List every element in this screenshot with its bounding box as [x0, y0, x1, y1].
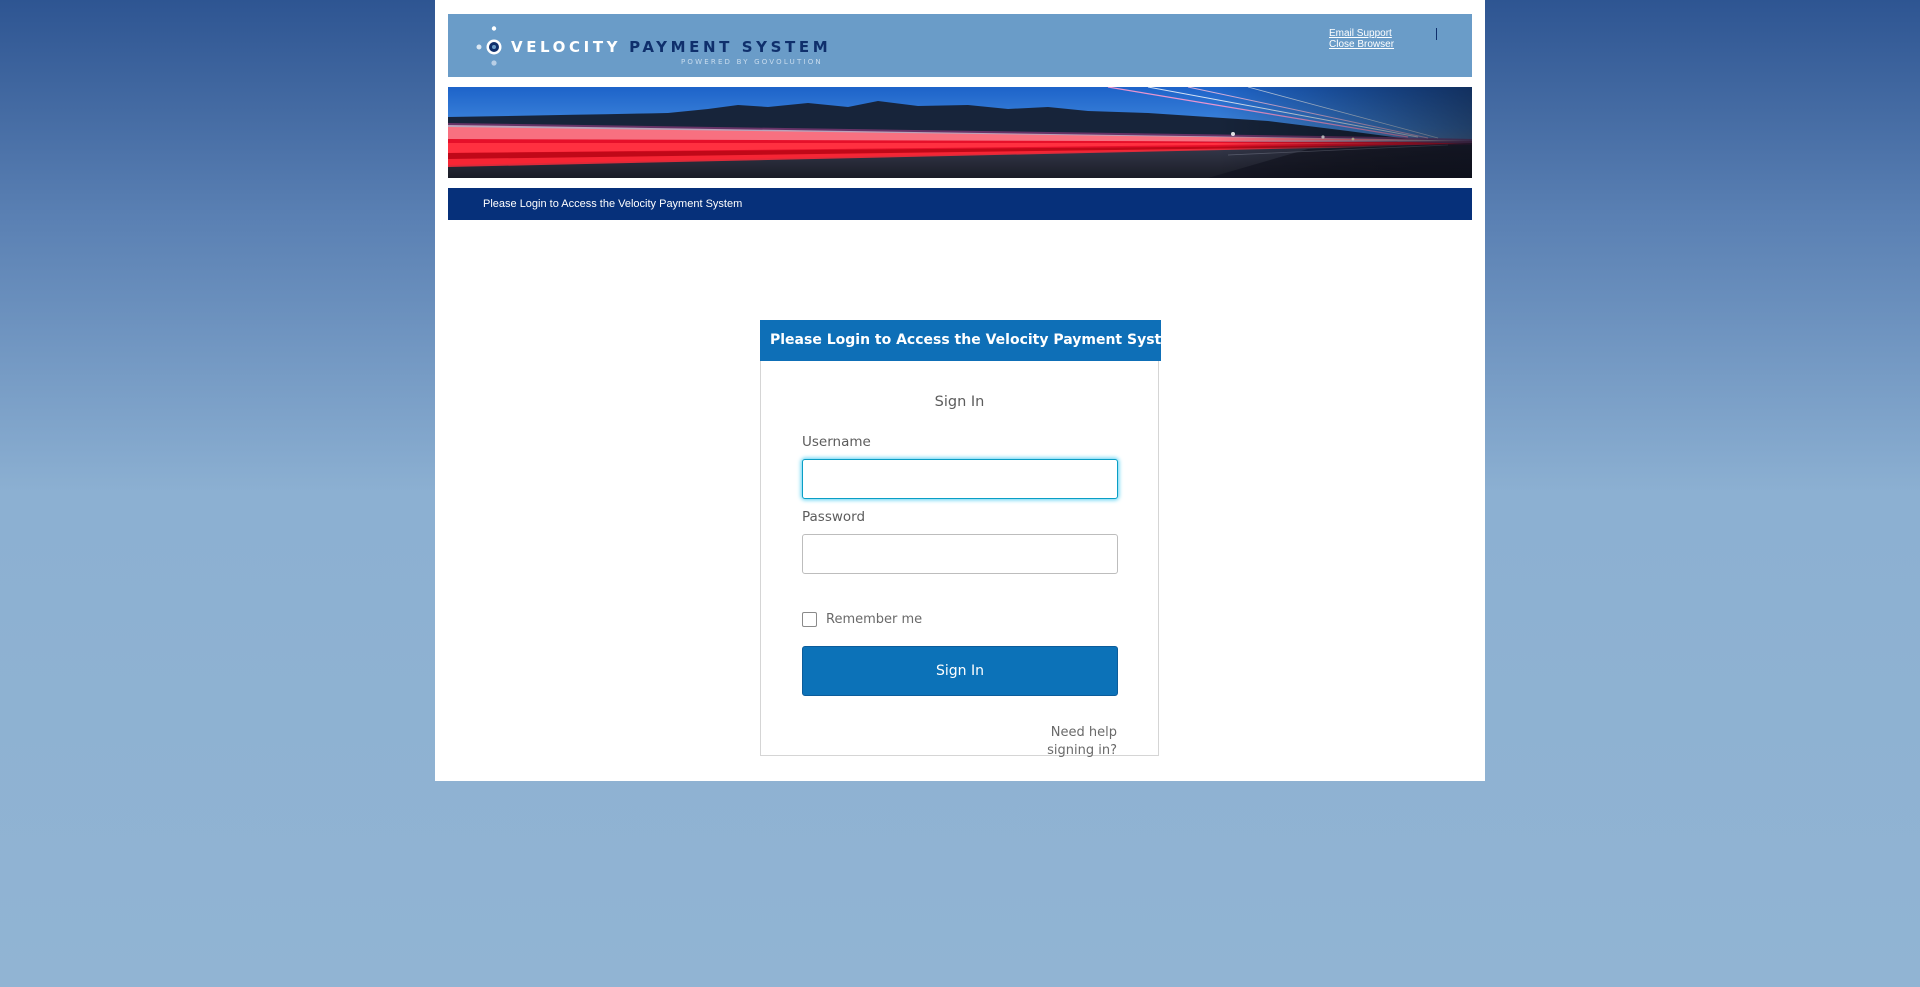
login-panel-header: Please Login to Access the Velocity Paym…	[760, 320, 1185, 361]
velocity-logo: VELOCITY PAYMENT SYSTEM POWERED BY GOVOLU…	[474, 26, 828, 70]
login-panel-title: Please Login to Access the Velocity Paym…	[770, 332, 1186, 348]
page-container: VELOCITY PAYMENT SYSTEM POWERED BY GOVOLU…	[435, 0, 1485, 781]
logo-tagline: POWERED BY GOVOLUTION	[681, 58, 823, 66]
email-support-link[interactable]: Email Support	[1329, 28, 1394, 39]
password-label: Password	[802, 509, 866, 525]
username-label: Username	[802, 434, 871, 450]
logo-word-payment-system: PAYMENT SYSTEM	[629, 38, 832, 56]
need-help-line1[interactable]: Need help	[1037, 724, 1117, 742]
logo-wordmark: VELOCITY PAYMENT SYSTEM	[511, 38, 831, 56]
password-input[interactable]	[802, 534, 1118, 574]
nav-login-message: Please Login to Access the Velocity Paym…	[483, 198, 743, 210]
header-divider	[1436, 28, 1437, 40]
close-browser-link[interactable]: Close Browser	[1329, 39, 1394, 50]
velocity-dots-icon	[476, 26, 502, 66]
nav-bar: Please Login to Access the Velocity Paym…	[448, 188, 1472, 220]
need-help-line2[interactable]: signing in?	[1037, 742, 1117, 760]
header-bar: VELOCITY PAYMENT SYSTEM POWERED BY GOVOLU…	[448, 14, 1472, 77]
signin-heading: Sign In	[934, 394, 985, 410]
sign-in-button[interactable]: Sign In	[802, 646, 1118, 696]
banner-image	[448, 87, 1472, 178]
username-input[interactable]	[802, 459, 1118, 499]
need-help-link[interactable]: Need help signing in?	[1037, 724, 1117, 760]
header-links: Email Support Close Browser	[1329, 28, 1394, 50]
remember-me-checkbox[interactable]	[802, 612, 817, 627]
logo-word-velocity: VELOCITY	[511, 38, 622, 56]
remember-me-label[interactable]: Remember me	[826, 612, 922, 627]
login-panel: Please Login to Access the Velocity Paym…	[760, 320, 1185, 758]
